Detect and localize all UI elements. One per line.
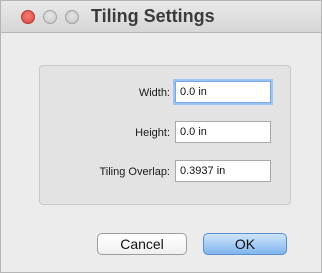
minimize-window-button[interactable]	[43, 10, 57, 24]
settings-group-box: Width: Height: Tiling Overlap:	[39, 65, 291, 205]
tiling-settings-window: Tiling Settings Width: Height: Tiling Ov…	[0, 0, 322, 273]
width-label: Width:	[138, 87, 170, 99]
height-row: Height:	[40, 121, 292, 147]
zoom-window-button[interactable]	[65, 10, 79, 24]
cancel-button[interactable]: Cancel	[97, 233, 187, 255]
tiling-overlap-label: Tiling Overlap:	[99, 166, 170, 178]
title-bar: Tiling Settings	[1, 1, 321, 33]
height-label: Height:	[135, 127, 170, 139]
tiling-overlap-input[interactable]	[175, 160, 271, 182]
ok-button[interactable]: OK	[203, 233, 287, 255]
width-row: Width:	[40, 81, 292, 107]
tiling-overlap-row: Tiling Overlap:	[40, 160, 292, 186]
height-input[interactable]	[175, 121, 271, 143]
close-window-button[interactable]	[21, 10, 35, 24]
width-input[interactable]	[175, 81, 271, 103]
window-title: Tiling Settings	[91, 6, 215, 26]
